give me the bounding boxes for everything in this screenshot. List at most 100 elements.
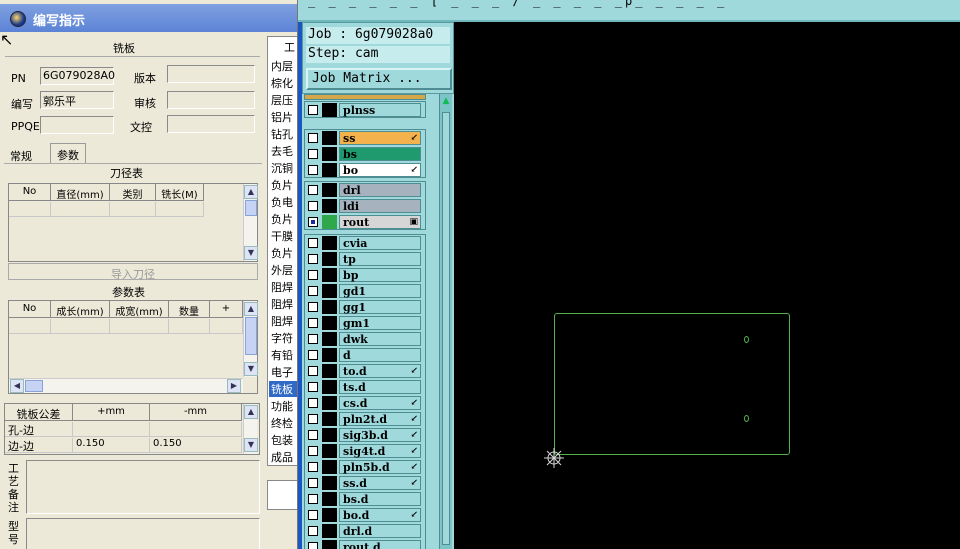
layer-name[interactable]: ldi <box>339 199 421 213</box>
tolerance-scrollbar[interactable]: ▲ ▼ <box>243 404 258 454</box>
cam-title-bar[interactable]: _ _ _ _ _ _ [ _ _ _ / _ _ _ _ _p_ _ _ _ … <box>298 0 960 22</box>
scroll-down-icon[interactable]: ▼ <box>244 438 258 452</box>
editor-field[interactable]: 郭乐平 <box>40 91 114 109</box>
tolerance-minus[interactable] <box>150 422 242 437</box>
layer-row[interactable]: drl.d <box>304 524 424 538</box>
table-cell[interactable] <box>110 319 169 334</box>
layer-name[interactable]: tp <box>339 252 421 266</box>
tolerance-plus[interactable]: 0.150 <box>73 438 150 453</box>
layer-checkbox[interactable] <box>308 494 318 504</box>
layer-row[interactable]: plnss <box>304 103 424 117</box>
process-list-item[interactable]: 阻焊 <box>271 296 293 312</box>
layer-name[interactable]: to.d ↙ <box>339 364 421 378</box>
layer-checkbox[interactable] <box>308 462 318 472</box>
process-list-item[interactable]: 铣板 <box>269 381 297 397</box>
layer-name[interactable]: plnss <box>339 103 421 117</box>
layer-row[interactable]: ss.d ↙ <box>304 476 424 490</box>
process-list-item[interactable]: 电子 <box>271 364 293 380</box>
process-list-item[interactable]: 沉铜 <box>271 160 293 176</box>
scroll-thumb[interactable] <box>442 112 450 545</box>
layer-name[interactable]: cvia <box>339 236 421 250</box>
scroll-thumb[interactable] <box>245 317 257 355</box>
layer-row[interactable]: ts.d <box>304 380 424 394</box>
scroll-left-icon[interactable]: ◀ <box>10 379 24 393</box>
table-cell[interactable] <box>51 319 110 334</box>
process-list-item[interactable]: 外层 <box>271 262 293 278</box>
layer-color-swatch[interactable] <box>322 147 337 161</box>
model-field[interactable] <box>26 518 260 549</box>
layer-row[interactable]: rout ▣ <box>304 215 424 229</box>
process-list-item[interactable]: 负片 <box>271 245 293 261</box>
layer-name[interactable]: pln5b.d ↙ <box>339 460 421 474</box>
scroll-down-icon[interactable]: ▼ <box>244 362 258 376</box>
table-cell[interactable] <box>156 202 204 217</box>
reviewer-field[interactable] <box>167 91 255 109</box>
scroll-thumb[interactable] <box>25 380 43 392</box>
tool-table[interactable]: No 直径(mm) 类别 铣长(M) ▲ ▼ <box>8 183 258 262</box>
layer-checkbox[interactable] <box>308 201 318 211</box>
layer-color-swatch[interactable] <box>322 476 337 490</box>
layer-color-swatch[interactable] <box>322 460 337 474</box>
layer-row[interactable]: to.d ↙ <box>304 364 424 378</box>
layer-name[interactable]: d <box>339 348 421 362</box>
scroll-up-icon[interactable]: ▲ <box>244 185 258 199</box>
layer-checkbox[interactable] <box>308 286 318 296</box>
process-list-item[interactable]: 层压 <box>271 92 293 108</box>
layer-name[interactable]: ss ↙ <box>339 131 421 145</box>
column-header[interactable]: 铣板公差 <box>5 404 73 421</box>
column-header[interactable]: 数量 <box>169 301 210 318</box>
layer-checkbox[interactable] <box>308 382 318 392</box>
tab-params[interactable]: 参数 <box>50 143 86 163</box>
layer-color-swatch[interactable] <box>322 284 337 298</box>
layer-name[interactable]: pln2t.d ↙ <box>339 412 421 426</box>
column-header[interactable]: No <box>9 184 51 201</box>
table-cell[interactable] <box>110 202 156 217</box>
layer-name[interactable]: rout ▣ <box>339 215 421 229</box>
layer-name[interactable]: bs.d <box>339 492 421 506</box>
layer-color-swatch[interactable] <box>322 444 337 458</box>
param-table-vscrollbar[interactable]: ▲ ▼ <box>243 301 258 377</box>
process-list-item[interactable]: 负片 <box>271 211 293 227</box>
process-list-item[interactable]: 有铅 <box>271 347 293 363</box>
layer-color-swatch[interactable] <box>322 396 337 410</box>
layer-name[interactable]: rout.d <box>339 540 421 549</box>
layer-color-swatch[interactable] <box>322 380 337 394</box>
layer-checkbox[interactable] <box>308 526 318 536</box>
process-list-item[interactable]: 去毛 <box>271 143 293 159</box>
layer-name[interactable]: sig3b.d ↙ <box>339 428 421 442</box>
process-list-item[interactable]: 铝片 <box>271 109 293 125</box>
layer-name[interactable]: bo.d ↙ <box>339 508 421 522</box>
layer-row[interactable]: bs.d <box>304 492 424 506</box>
process-list[interactable]: 工 内层 棕化 层压 铝片 钻孔 去毛 沉铜 负片 负电 负片 干膜 负片 外层 阻焊 阻焊 阻焊 字符 有铅 电子… <box>267 36 297 466</box>
table-cell[interactable] <box>9 202 51 217</box>
import-tool-button[interactable]: 导入刀径 <box>8 263 258 281</box>
layer-row[interactable]: ss ↙ <box>304 131 424 145</box>
column-header[interactable]: + <box>210 301 243 318</box>
layer-row[interactable]: bp <box>304 268 424 282</box>
process-list-item[interactable]: 成品 <box>271 449 293 465</box>
layer-color-swatch[interactable] <box>322 508 337 522</box>
table-cell[interactable] <box>169 319 210 334</box>
scroll-up-icon[interactable]: ▲ <box>441 96 451 106</box>
layer-color-swatch[interactable] <box>322 412 337 426</box>
layer-checkbox[interactable] <box>308 446 318 456</box>
layer-row[interactable]: bo ↙ <box>304 163 424 177</box>
layer-row-partial[interactable] <box>304 94 426 100</box>
process-list-item[interactable]: 钻孔 <box>271 126 293 142</box>
layer-color-swatch[interactable] <box>322 131 337 145</box>
scroll-up-icon[interactable]: ▲ <box>244 302 258 316</box>
layer-name[interactable]: bo ↙ <box>339 163 421 177</box>
layer-color-swatch[interactable] <box>322 163 337 177</box>
layer-checkbox[interactable] <box>308 430 318 440</box>
layer-row[interactable]: gg1 <box>304 300 424 314</box>
layer-color-swatch[interactable] <box>322 492 337 506</box>
layer-name[interactable]: drl.d <box>339 524 421 538</box>
process-note-field[interactable] <box>26 460 260 514</box>
layer-row[interactable]: pln2t.d ↙ <box>304 412 424 426</box>
layer-color-swatch[interactable] <box>322 183 337 197</box>
layer-name[interactable]: gd1 <box>339 284 421 298</box>
layer-color-swatch[interactable] <box>322 524 337 538</box>
column-header[interactable]: 成长(mm) <box>51 301 110 318</box>
layer-row[interactable]: dwk <box>304 332 424 346</box>
tolerance-plus[interactable] <box>73 422 150 437</box>
